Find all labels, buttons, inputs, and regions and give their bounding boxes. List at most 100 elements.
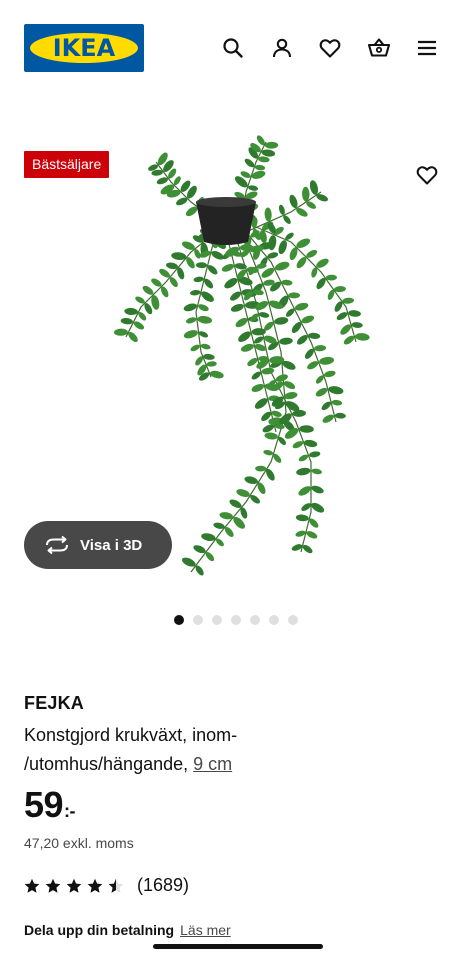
menu-icon[interactable] <box>413 34 441 62</box>
leaf <box>328 386 344 395</box>
leaf <box>238 331 251 342</box>
price-suffix: :- <box>64 801 76 821</box>
bestseller-badge: Bästsäljare <box>24 151 110 178</box>
heart-icon[interactable] <box>316 34 344 62</box>
leaf <box>309 451 321 458</box>
leaf <box>348 310 361 317</box>
leaf <box>251 384 264 392</box>
leaf <box>334 412 346 419</box>
size-link[interactable]: 9 cm <box>193 754 232 774</box>
profile-icon[interactable] <box>268 34 296 62</box>
price-value: 59 <box>24 784 64 825</box>
plant-pot <box>196 202 256 245</box>
leaf <box>292 441 304 449</box>
leaf <box>311 468 322 475</box>
carousel-dot[interactable] <box>250 615 260 625</box>
payment-info: Dela upp din betalning Läs mer <box>24 922 231 938</box>
description-text: /utomhus/hängande, <box>24 754 189 774</box>
leaf <box>203 353 215 360</box>
cart-icon[interactable] <box>365 34 393 62</box>
leaf <box>264 141 279 149</box>
leaf <box>309 180 319 195</box>
leaf <box>224 277 238 289</box>
leaf <box>221 263 234 272</box>
leaf <box>278 240 287 255</box>
leaf <box>183 330 198 339</box>
star-icon <box>66 878 82 893</box>
description-line-1: Konstgjord krukväxt, inom- <box>24 725 238 745</box>
leaf <box>295 514 309 522</box>
leaf <box>197 315 213 324</box>
leaf <box>240 343 254 352</box>
leaf <box>206 361 217 367</box>
carousel-dot[interactable] <box>269 615 279 625</box>
carousel-dots[interactable] <box>174 615 298 627</box>
view-in-3d-label: Visa i 3D <box>80 536 143 554</box>
product-name: FEJKA <box>24 693 85 713</box>
leaf <box>299 425 314 433</box>
leaf <box>258 312 270 318</box>
leaf <box>190 289 201 296</box>
leaf <box>254 164 266 171</box>
leaf <box>314 345 327 352</box>
leaf <box>301 315 315 324</box>
leaf <box>198 304 209 312</box>
ikea-logo[interactable]: IKEA <box>24 24 144 72</box>
leaf <box>274 317 289 325</box>
pot-rim <box>196 197 256 207</box>
carousel-dot[interactable] <box>288 615 298 625</box>
carousel-dot[interactable] <box>212 615 222 625</box>
favorite-heart-icon[interactable] <box>412 160 442 190</box>
leaf <box>311 485 324 494</box>
read-more-link[interactable]: Läs mer <box>180 922 231 938</box>
search-icon[interactable] <box>219 34 247 62</box>
leaf <box>296 467 311 476</box>
price-excl-vat: 47,20 exkl. moms <box>24 835 134 851</box>
leaf <box>323 370 336 378</box>
leaf <box>264 432 278 440</box>
leaf <box>334 286 346 293</box>
leaf <box>254 336 264 344</box>
leaf <box>354 333 370 341</box>
vine-stem <box>225 231 277 433</box>
product-description: Konstgjord krukväxt, inom- /utomhus/häng… <box>24 721 324 779</box>
leaf <box>201 291 214 302</box>
leaf <box>209 370 224 379</box>
price: 59:- <box>24 784 76 826</box>
leaf <box>279 337 293 345</box>
home-indicator[interactable] <box>153 944 323 949</box>
leaf <box>336 312 348 321</box>
leaf <box>294 302 309 311</box>
leaf <box>288 292 301 299</box>
leaf <box>342 297 355 304</box>
leaf <box>113 328 128 336</box>
leaf <box>322 414 334 423</box>
logo-text: IKEA <box>52 34 116 62</box>
leaf <box>315 387 328 397</box>
rating[interactable]: (1689) <box>24 875 189 896</box>
leaf <box>193 276 204 283</box>
leaf <box>230 303 244 312</box>
carousel-dot[interactable] <box>231 615 241 625</box>
leaf <box>200 343 211 350</box>
leaf <box>306 531 318 539</box>
leaf <box>325 274 337 281</box>
leaf <box>248 185 259 191</box>
leaf <box>261 149 276 157</box>
view-in-3d-button[interactable]: Visa i 3D <box>24 521 172 569</box>
rotate-3d-icon <box>46 535 68 555</box>
leaf <box>302 186 310 202</box>
rating-count: (1689) <box>137 875 190 895</box>
carousel-dot[interactable] <box>193 615 203 625</box>
leaf <box>120 317 133 325</box>
leaf <box>255 465 267 472</box>
leaf <box>289 194 298 209</box>
top-header: IKEA <box>0 0 476 96</box>
leaf <box>185 317 197 324</box>
leaf <box>190 344 200 352</box>
payment-label: Dela upp din betalning <box>24 922 175 938</box>
carousel-dot[interactable] <box>174 615 184 625</box>
star-icon <box>108 878 124 893</box>
star-icon <box>45 878 61 893</box>
leaf <box>244 476 258 484</box>
